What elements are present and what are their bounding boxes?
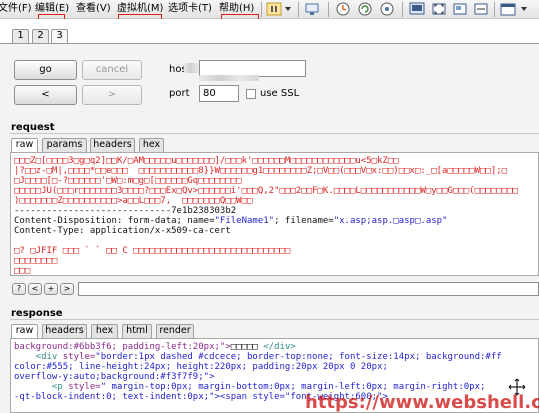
ssl-checkbox[interactable]	[246, 89, 256, 99]
toolbar-separator	[261, 2, 262, 17]
response-token: style=	[68, 382, 101, 392]
request-line: □? □JFIF □□□ ` ` □□ C □□□□□□□□□□□□□□□□□□…	[14, 246, 290, 256]
response-tab-hex[interactable]: hex	[91, 324, 118, 338]
request-line: )□□□□□□□Z□□□□□□□□□□>a□□L□□□7, □□□□□□□Q□□…	[14, 196, 252, 206]
port-label: port	[169, 88, 190, 99]
menu-file[interactable]: 文件(F)	[0, 0, 34, 18]
session-tab-1[interactable]: 1	[12, 29, 29, 43]
request-divider	[10, 133, 539, 134]
response-line: overflow-y:auto;background:#f3f7f9;">	[14, 372, 214, 382]
cancel-button[interactable]: cancel	[82, 60, 142, 80]
response-token: □□□□□	[230, 342, 264, 352]
request-line: Content-Type: application/x-x509-ca-cert	[14, 226, 231, 236]
response-line: <div style="border:1px dashed #cdcece; b…	[14, 352, 502, 362]
request-token: □□□□□□□□	[14, 256, 58, 266]
request-token: □J□□□□[□-?□□□□□□'□W□:m□g□[□□□□□□Gq□□□□□□…	[14, 176, 242, 186]
request-token: □□□□□JU(□□□r□□□□□□□3□□□□?□□□Ex□Qv>□□□□□□…	[14, 186, 518, 196]
request-token: )□□□□□□□Z□□□□□□□□□□>a□□L□□□7, □□□□□□□Q□□…	[14, 196, 253, 206]
request-line: □□□Z□[□□□□3□g□q2]□□K/□AM□□□□□u□□□□□□□]/□…	[14, 156, 399, 166]
toolbar-separator	[402, 2, 403, 17]
response-token: " margin-top:0px; margin-bottom:0px; mar…	[100, 382, 486, 392]
chevron-down-icon[interactable]	[284, 1, 292, 17]
watermark-text: https://www.webshell.cn	[305, 392, 539, 413]
request-line: |?□□z-□M|,□□□□*□□e□□□ □□□□□□□□□□□8}}W□□□…	[14, 166, 507, 176]
request-line: -----------------------------7e1b238303b…	[14, 206, 236, 216]
request-token: -----------------------------7e1b238303b…	[14, 206, 237, 216]
response-token: <div	[14, 352, 63, 362]
help-button[interactable]: ?	[12, 283, 26, 295]
request-line: □□□□□JU(□□□r□□□□□□□3□□□□?□□□Ex□Qv>□□□□□□…	[14, 186, 518, 196]
ssl-label: use SSL	[260, 88, 300, 99]
unity-icon[interactable]	[452, 1, 468, 17]
request-line: Content-Disposition: form-data; name="Fi…	[14, 216, 448, 226]
request-tab-raw[interactable]: raw	[11, 138, 38, 153]
session-tab-2[interactable]: 2	[32, 29, 49, 43]
response-line: <p style=" margin-top:0px; margin-bottom…	[14, 382, 486, 392]
response-token: style=	[62, 352, 96, 362]
response-token: </div>	[263, 342, 296, 352]
window-icon[interactable]	[500, 1, 516, 17]
toolbar-separator	[328, 2, 329, 17]
response-line: color:#555; line-height:24px; height:220…	[14, 362, 388, 372]
search-prev-button[interactable]: <	[28, 283, 42, 295]
search-add-button[interactable]: +	[44, 283, 58, 295]
request-token: ; filename=	[274, 216, 334, 226]
request-tab-headers[interactable]: headers	[90, 138, 135, 152]
request-token: "FileName1"	[214, 216, 275, 226]
request-line: □□□	[14, 266, 31, 276]
pause-icon[interactable]	[266, 1, 282, 17]
response-tab-html[interactable]: html	[122, 324, 152, 338]
snapshot-icon[interactable]	[335, 1, 351, 17]
request-line: □□□□□□□□	[14, 256, 57, 266]
request-tab-hex[interactable]: hex	[139, 138, 164, 152]
network-icon[interactable]	[304, 1, 320, 17]
response-token: <p	[14, 382, 69, 392]
request-token: □□□	[14, 266, 31, 276]
response-divider	[10, 319, 539, 320]
response-token: color:#555; line-height:24px; height:220…	[14, 362, 388, 372]
response-tab-headers[interactable]: headers	[42, 324, 87, 338]
console-view-icon[interactable]	[409, 1, 425, 17]
response-heading: response	[11, 308, 63, 319]
go-button[interactable]: go	[14, 60, 77, 80]
request-token: □□□Z□[□□□□3□g□q2]□□K/□AM□□□□□u□□□□□□□]/□…	[14, 156, 399, 166]
response-tab-raw[interactable]: raw	[11, 324, 38, 339]
response-token: overflow-y:auto;background:#f3f7f9;">	[14, 372, 215, 382]
forward-button[interactable]: >	[82, 85, 142, 105]
response-token: background:#6bb3f6; padding-left:20px;">	[14, 342, 231, 352]
response-token: "border:1px dashed #cdcece; border-top:n…	[95, 352, 502, 362]
request-line: □J□□□□[□-?□□□□□□'□W□:m□g□[□□□□□□Gq□□□□□□…	[14, 176, 242, 186]
session-tab-bar: 1 2 3	[0, 19, 539, 44]
request-token: Content-Disposition: form-data; name=	[14, 216, 215, 226]
request-search-input[interactable]	[78, 282, 539, 296]
move-cursor-icon	[508, 378, 526, 396]
response-tab-render[interactable]: render	[156, 324, 194, 338]
menu-view[interactable]: 查看(V)	[74, 0, 113, 18]
stretch-icon[interactable]	[473, 1, 489, 17]
request-tab-params[interactable]: params	[42, 138, 87, 152]
request-token: |?□□z-□M|,□□□□*□□e□□□ □□□□□□□□□□□8}}W□□□…	[14, 166, 508, 176]
session-tab-3[interactable]: 3	[51, 29, 68, 44]
request-token: Content-Type: application/x-x509-ca-cert	[14, 226, 231, 236]
toolbar-separator	[494, 2, 495, 17]
snapshot-manager-icon[interactable]	[379, 1, 395, 17]
fullscreen-icon[interactable]	[431, 1, 447, 17]
toolbar-separator	[298, 2, 299, 17]
back-button[interactable]: <	[14, 85, 77, 105]
request-heading: request	[11, 122, 55, 133]
menu-bar: 文件(F) 编辑(E) 查看(V) 虚拟机(M) 选项卡(T) 帮助(H)	[0, 0, 539, 21]
port-input[interactable]: 80	[199, 85, 239, 102]
search-next-button[interactable]: >	[60, 283, 74, 295]
redacted-host	[199, 75, 259, 81]
request-token: "x.asp;asp.□asp□.asp"	[333, 216, 448, 226]
menu-tabs[interactable]: 选项卡(T)	[166, 0, 214, 18]
request-token: □? □JFIF □□□ ` ` □□ C □□□□□□□□□□□□□□□□□□…	[14, 246, 291, 256]
request-raw-body[interactable]: □□□Z□[□□□□3□g□q2]□□K/□AM□□□□□u□□□□□□□]/□…	[10, 152, 539, 276]
chevron-down-icon[interactable]	[520, 1, 528, 17]
response-line: background:#6bb3f6; padding-left:20px;">…	[14, 342, 296, 352]
revert-snapshot-icon[interactable]	[357, 1, 373, 17]
